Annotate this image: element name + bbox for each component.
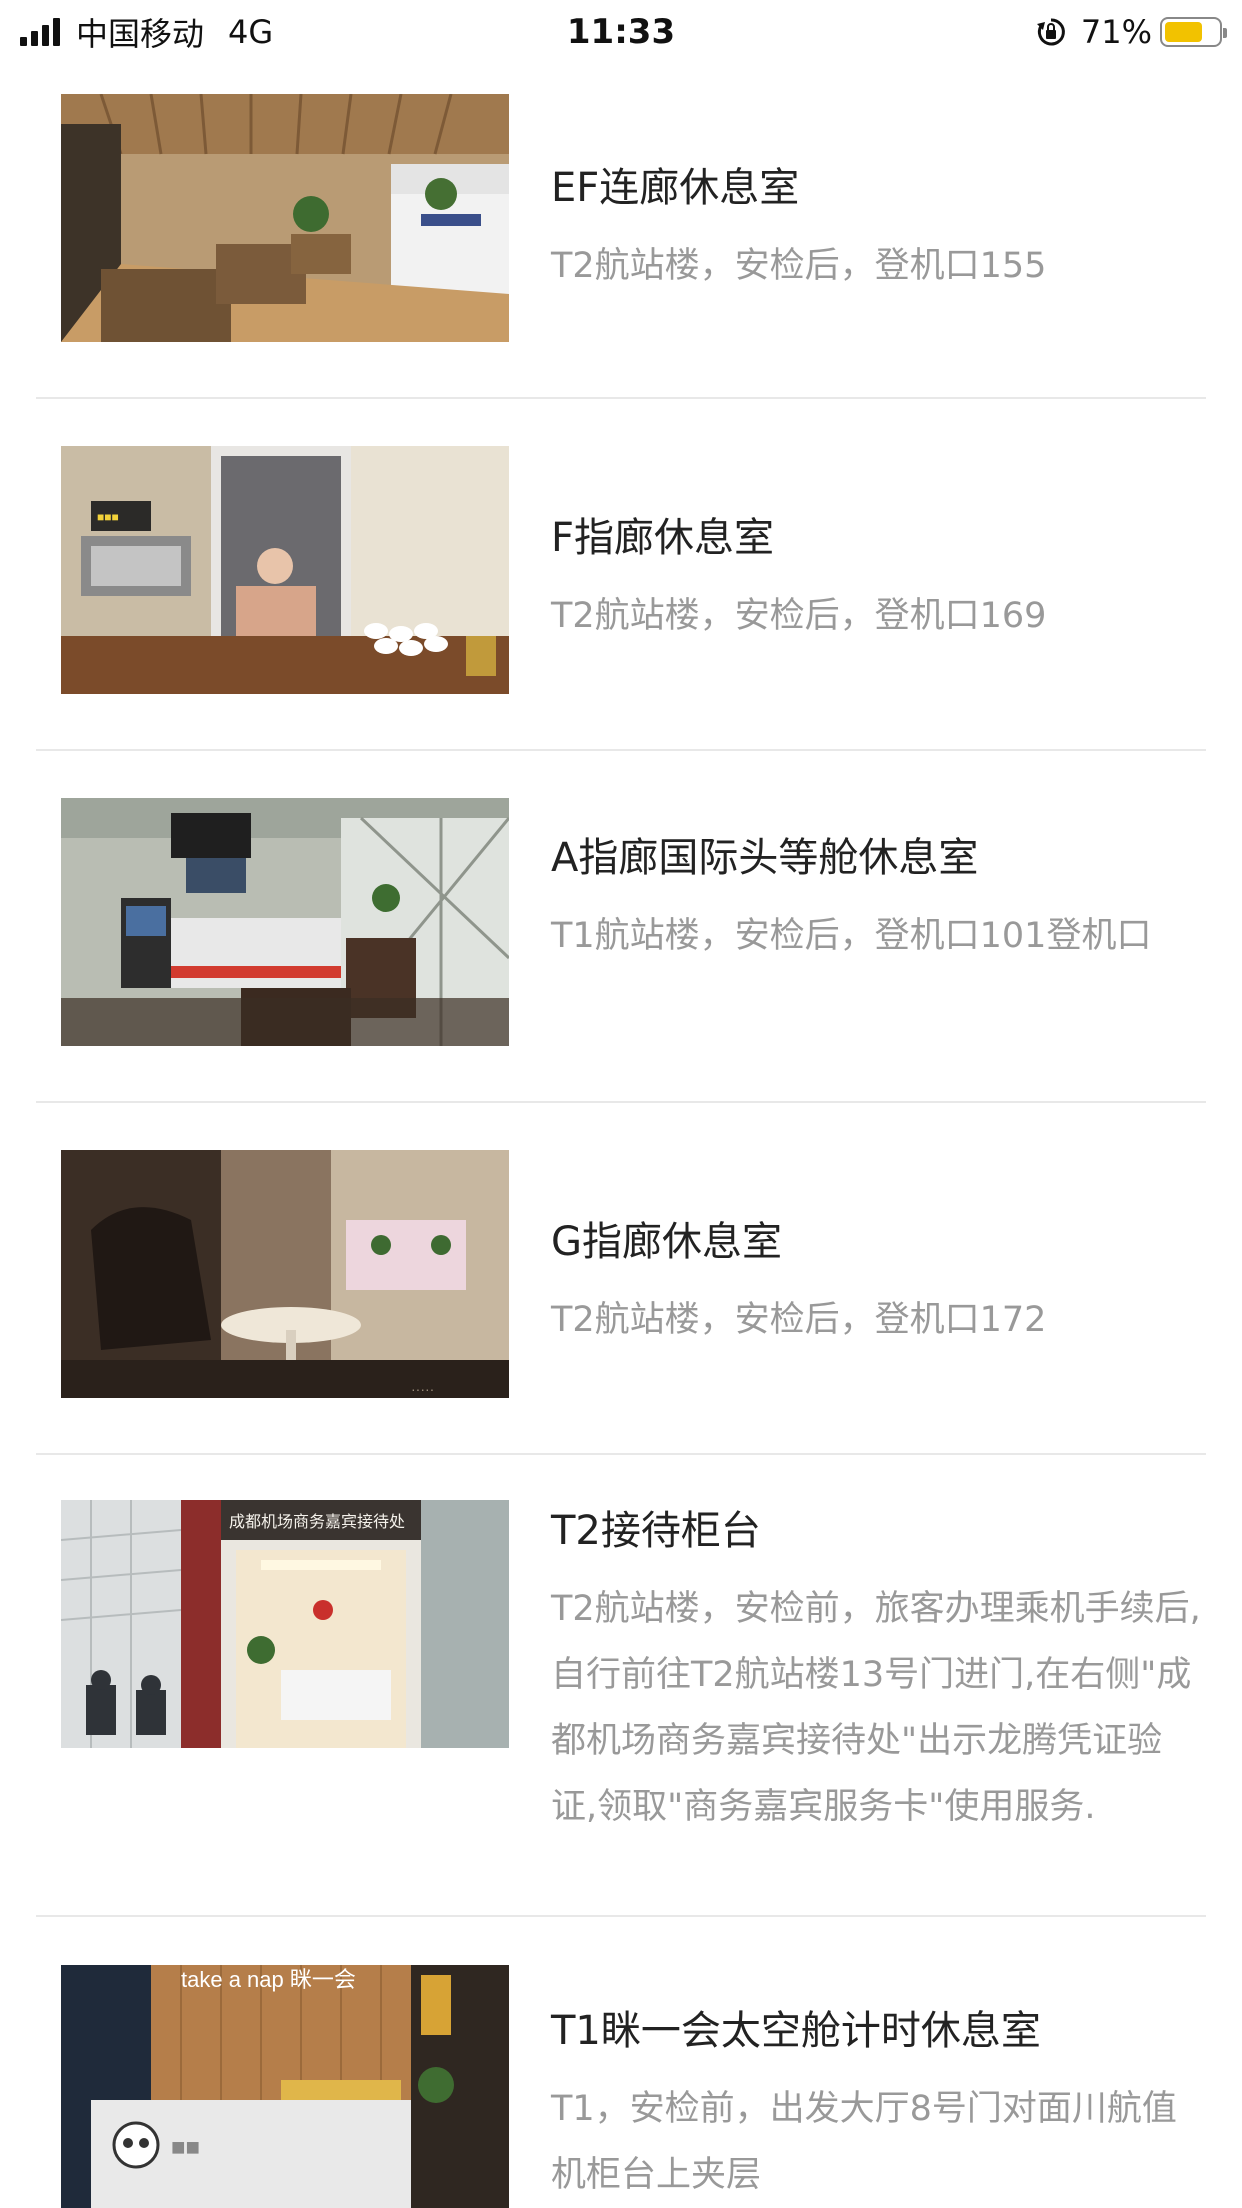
status-right: 71% bbox=[1035, 8, 1227, 56]
item-divider bbox=[36, 1915, 1206, 1917]
item-divider bbox=[36, 1101, 1206, 1103]
lounge-title: F指廊休息室 bbox=[551, 515, 775, 561]
lounge-desc: T2航站楼，安检后，登机口169 bbox=[551, 596, 1047, 636]
lounge-desc: T1，安检前，出发大厅8号门对面川航值机柜台上夹层 bbox=[551, 2089, 1177, 2195]
svg-text:·····: ····· bbox=[411, 1381, 434, 1397]
lounge-title: T2接待柜台 bbox=[551, 1508, 761, 1554]
battery-percent: 71% bbox=[1080, 13, 1152, 51]
item-divider bbox=[36, 1453, 1206, 1455]
lounge-thumbnail: 成都机场商务嘉宾接待处 bbox=[61, 1500, 509, 1748]
item-divider bbox=[36, 749, 1206, 751]
list-item[interactable]: take a nap 眯一会 ■■ T1眯一会太空舱计时休息室 T1，安检前，出… bbox=[36, 1918, 1206, 2208]
list-item[interactable]: 成都机场商务嘉宾接待处 T2接待柜台 T2航站楼，安检前，旅客办理乘机手续后,自… bbox=[36, 1456, 1206, 1922]
battery-level-fill bbox=[1165, 22, 1202, 42]
lounge-title: T1眯一会太空舱计时休息室 bbox=[551, 2008, 1041, 2054]
svg-text:■■■: ■■■ bbox=[97, 510, 119, 524]
lounge-title: EF连廊休息室 bbox=[551, 165, 800, 211]
reception-sign-text: 成都机场商务嘉宾接待处 bbox=[229, 1512, 405, 1531]
lounge-desc: T1航站楼，安检后，登机口101登机口 bbox=[551, 916, 1152, 956]
list-item[interactable]: A指廊国际头等舱休息室 T1航站楼，安检后，登机口101登机口 bbox=[36, 752, 1206, 1104]
list-item[interactable]: ■■■ F指廊休息室 T2航站楼，安检后，登机口169 bbox=[36, 400, 1206, 752]
lounge-thumbnail: ····· bbox=[61, 1150, 509, 1398]
status-bar: 中国移动 4G 11:33 71% bbox=[0, 0, 1242, 64]
lounge-desc: T2航站楼，安检后，登机口172 bbox=[551, 1300, 1047, 1340]
lounge-thumbnail: ■■■ bbox=[61, 446, 509, 694]
battery-icon bbox=[1160, 17, 1227, 47]
lounge-title: G指廊休息室 bbox=[551, 1219, 782, 1265]
lounge-list-page: EF连廊休息室 T2航站楼，安检后，登机口155 ■■■ F指廊休息室 T2航站… bbox=[0, 0, 1242, 2208]
item-divider bbox=[36, 397, 1206, 399]
svg-text:■■: ■■ bbox=[171, 2134, 200, 2161]
lounge-thumbnail: take a nap 眯一会 ■■ bbox=[61, 1965, 509, 2208]
lounge-thumbnail bbox=[61, 94, 509, 342]
rotation-lock-icon bbox=[1036, 18, 1065, 46]
lounge-desc: T2航站楼，安检后，登机口155 bbox=[551, 246, 1047, 286]
lounge-desc: T2航站楼，安检前，旅客办理乘机手续后,自行前往T2航站楼13号门进门,在右侧"… bbox=[551, 1589, 1201, 1827]
list-item[interactable]: ····· G指廊休息室 T2航站楼，安检后，登机口172 bbox=[36, 1104, 1206, 1456]
lounge-thumbnail bbox=[61, 798, 509, 1046]
lounge-title: A指廊国际头等舱休息室 bbox=[551, 835, 979, 881]
take-a-nap-sign: take a nap 眯一会 bbox=[181, 1967, 356, 1992]
